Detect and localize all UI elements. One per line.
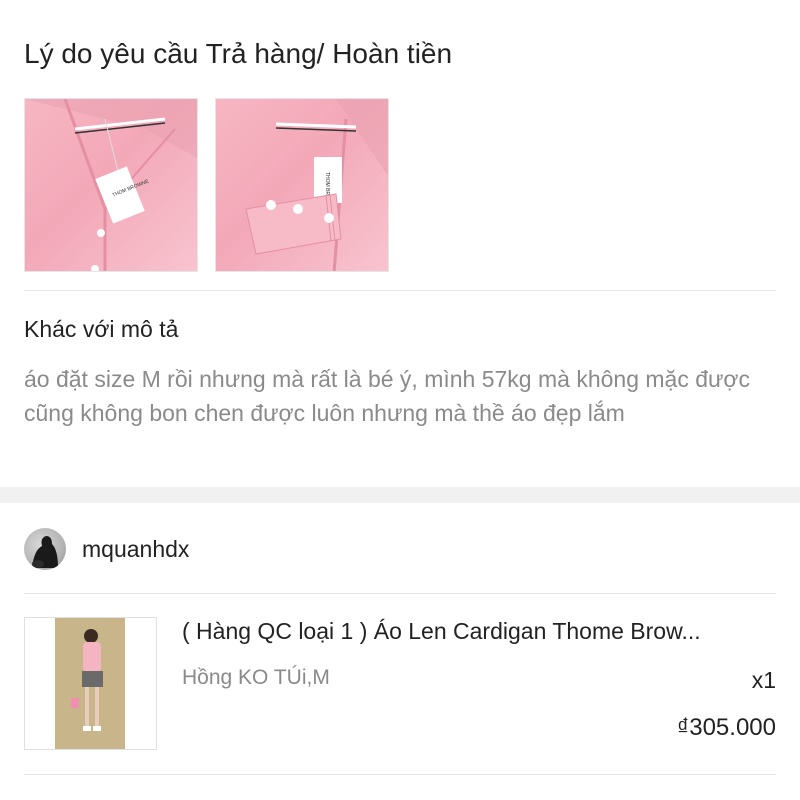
cardigan-sleeve-image: THOM BROWNE [245, 99, 388, 271]
product-photo [25, 618, 156, 749]
evidence-photos: THOM BROWNE THOM BROWNE [24, 98, 389, 272]
product-price: ₫305.000 [676, 714, 776, 741]
seller-divider [24, 593, 776, 594]
product-variant: Hồng KO TÚi,M [182, 666, 330, 689]
seller-row[interactable]: mquanhdx [24, 528, 189, 570]
section-divider [24, 290, 776, 291]
evidence-photo-1[interactable]: THOM BROWNE [24, 98, 198, 272]
seller-name[interactable]: mquanhdx [82, 536, 189, 563]
reason-description: áo đặt size M rồi nhưng mà rất là bé ý, … [24, 366, 750, 426]
product-divider [24, 774, 776, 775]
product-title[interactable]: ( Hàng QC loại 1 ) Áo Len Cardigan Thome… [182, 618, 778, 645]
section-title: Lý do yêu cầu Trả hàng/ Hoàn tiền [24, 38, 453, 69]
product-thumbnail[interactable] [24, 617, 157, 750]
avatar-icon[interactable] [24, 528, 66, 570]
evidence-photo-2[interactable]: THOM BROWNE [215, 98, 389, 272]
cardigan-front-image: THOM BROWNE [25, 99, 197, 271]
product-quantity: x1 [751, 667, 776, 693]
reason-title: Khác với mô tả [24, 316, 179, 342]
avatar-image [32, 536, 58, 568]
section-gap [0, 487, 800, 503]
